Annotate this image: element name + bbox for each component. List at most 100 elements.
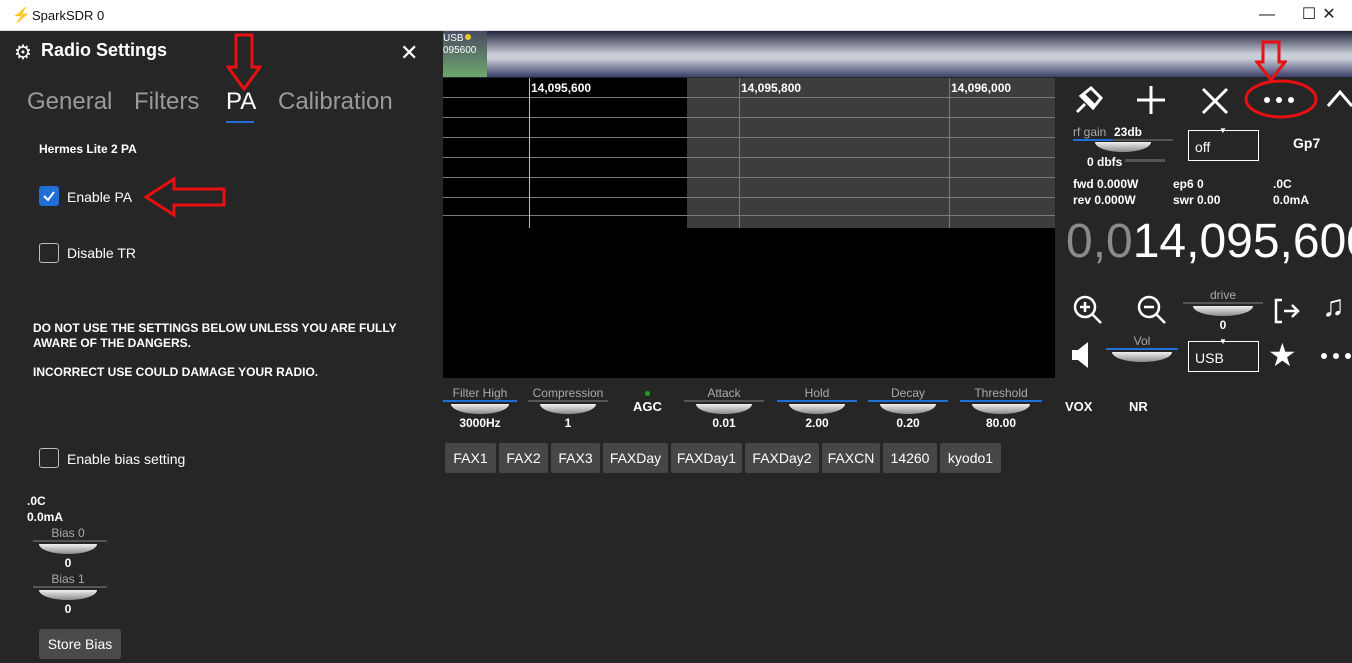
disable-tr-label: Disable TR — [67, 245, 136, 261]
pa-current: 0.0mA — [27, 510, 64, 524]
bias0-value: 0 — [64, 556, 72, 570]
attack-slider[interactable]: Attack 0.01 — [684, 386, 764, 430]
tab-pa[interactable]: PA — [226, 88, 256, 116]
vfo-frequency-dim: 0,0 — [1066, 215, 1133, 268]
memory-button[interactable]: FAXCN — [822, 443, 880, 473]
decay-slider[interactable]: Decay 0.20 — [868, 386, 948, 430]
rf-gain-value: 23db — [1114, 125, 1143, 139]
app-icon: ⚡ — [12, 7, 31, 24]
fwd-power: fwd 0.000W — [1073, 177, 1139, 191]
pin-icon[interactable] — [1071, 84, 1105, 118]
threshold-knob[interactable] — [972, 404, 1030, 414]
tuning-marker — [529, 78, 530, 228]
filter-high-slider[interactable]: Filter High 3000Hz — [443, 386, 517, 430]
close-icon[interactable] — [1200, 86, 1230, 116]
disable-tr-checkbox[interactable] — [39, 243, 59, 263]
drive-label: drive — [1209, 288, 1236, 302]
grid-line — [443, 197, 1055, 198]
mode-select-value: USB — [1195, 350, 1224, 366]
annotation-arrow-left-enable-pa — [144, 176, 226, 218]
tab-general[interactable]: General — [27, 88, 112, 116]
decay-label: Decay — [890, 386, 925, 400]
title-bar: ⚡ SparkSDR 0 — ☐ ✕ — [0, 0, 1352, 31]
more-options-icon-2[interactable] — [1320, 350, 1352, 362]
filter-high-knob[interactable] — [451, 404, 509, 414]
hold-knob[interactable] — [789, 404, 845, 414]
vfo-frequency[interactable]: 0,014,095,600 — [1066, 214, 1352, 274]
bias0-label: Bias 0 — [51, 526, 85, 540]
attack-value: 0.01 — [712, 416, 736, 430]
agc-select-value: off — [1195, 139, 1211, 155]
grid-vline — [739, 78, 740, 228]
decay-knob[interactable] — [880, 404, 936, 414]
speaker-icon[interactable] — [1070, 340, 1096, 370]
memory-button[interactable]: FAXDay2 — [745, 443, 819, 473]
memory-button[interactable]: FAX3 — [551, 443, 600, 473]
warning-line-1: DO NOT USE THE SETTINGS BELOW UNLESS YOU… — [33, 321, 397, 335]
grid-line — [443, 117, 1055, 118]
grid-line — [443, 215, 1055, 216]
transmit-exit-icon[interactable] — [1272, 296, 1302, 326]
tab-calibration[interactable]: Calibration — [278, 88, 393, 116]
signal-meter — [1125, 159, 1165, 162]
panadapter[interactable]: USB 095600 — [443, 31, 1352, 77]
drive-track — [1183, 302, 1263, 304]
attack-knob[interactable] — [696, 404, 752, 414]
compression-knob[interactable] — [540, 404, 596, 414]
bias1-slider[interactable]: Bias 1 0 — [33, 572, 107, 616]
close-settings-button[interactable]: ✕ — [400, 40, 418, 66]
hold-slider[interactable]: Hold 2.00 — [777, 386, 857, 430]
bias0-slider[interactable]: Bias 0 0 — [33, 526, 107, 570]
drive-knob[interactable] — [1193, 306, 1253, 316]
bias0-knob[interactable] — [39, 544, 97, 554]
current-readout: 0.0mA — [1273, 193, 1310, 207]
bias1-knob[interactable] — [39, 590, 97, 600]
agc-button[interactable]: AGC — [633, 399, 662, 414]
memory-button[interactable]: FAX1 — [445, 443, 496, 473]
memory-button[interactable]: kyodo1 — [940, 443, 1001, 473]
close-window-button[interactable]: ✕ — [1306, 5, 1352, 27]
compression-value: 1 — [564, 416, 572, 430]
grid-line — [443, 177, 1055, 178]
decay-value: 0.20 — [896, 416, 920, 430]
agc-indicator — [645, 391, 650, 396]
add-icon[interactable] — [1135, 84, 1167, 116]
drive-slider[interactable]: drive 0 — [1183, 288, 1263, 332]
memory-button[interactable]: FAXDay1 — [671, 443, 742, 473]
annotation-ellipse-more — [1244, 79, 1318, 119]
volume-track — [1106, 348, 1178, 350]
threshold-slider[interactable]: Threshold 80.00 — [960, 386, 1042, 430]
volume-knob[interactable] — [1112, 352, 1172, 362]
enable-pa-label: Enable PA — [67, 189, 133, 205]
panel-title: Radio Settings — [41, 40, 168, 60]
zoom-in-icon[interactable] — [1072, 294, 1104, 326]
compression-label: Compression — [532, 386, 604, 400]
tab-filters[interactable]: Filters — [134, 88, 199, 116]
zoom-out-icon[interactable] — [1136, 294, 1168, 326]
waterfall-display[interactable]: 14,095,600 14,095,800 14,096,000 — [443, 78, 1055, 378]
store-bias-button[interactable]: Store Bias — [39, 629, 121, 659]
chevron-down-icon: ▼ — [1219, 126, 1227, 135]
minimize-button[interactable]: — — [1244, 5, 1290, 27]
drive-value: 0 — [1219, 318, 1227, 332]
compression-slider[interactable]: Compression 1 — [528, 386, 608, 430]
nr-button[interactable]: NR — [1129, 399, 1148, 414]
enable-bias-checkbox[interactable] — [39, 448, 59, 468]
grid-line — [443, 97, 1055, 98]
enable-pa-checkbox[interactable] — [39, 186, 59, 206]
hold-label: Hold — [804, 386, 830, 400]
chevron-up-icon[interactable] — [1326, 88, 1352, 108]
rf-gain-track[interactable] — [1073, 139, 1173, 141]
grid-line — [443, 157, 1055, 158]
audio-icon[interactable]: ♫ — [1322, 290, 1345, 324]
pa-temperature: .0C — [27, 494, 46, 508]
volume-slider[interactable]: Vol — [1106, 334, 1178, 364]
vox-button[interactable]: VOX — [1065, 399, 1092, 414]
memory-button[interactable]: FAX2 — [499, 443, 548, 473]
memory-button[interactable]: FAXDay — [603, 443, 668, 473]
star-icon[interactable]: ★ — [1268, 336, 1297, 374]
compression-track — [528, 400, 608, 402]
memory-button[interactable]: 14260 — [883, 443, 937, 473]
passband-highlight — [687, 78, 1055, 228]
check-icon — [43, 191, 55, 202]
